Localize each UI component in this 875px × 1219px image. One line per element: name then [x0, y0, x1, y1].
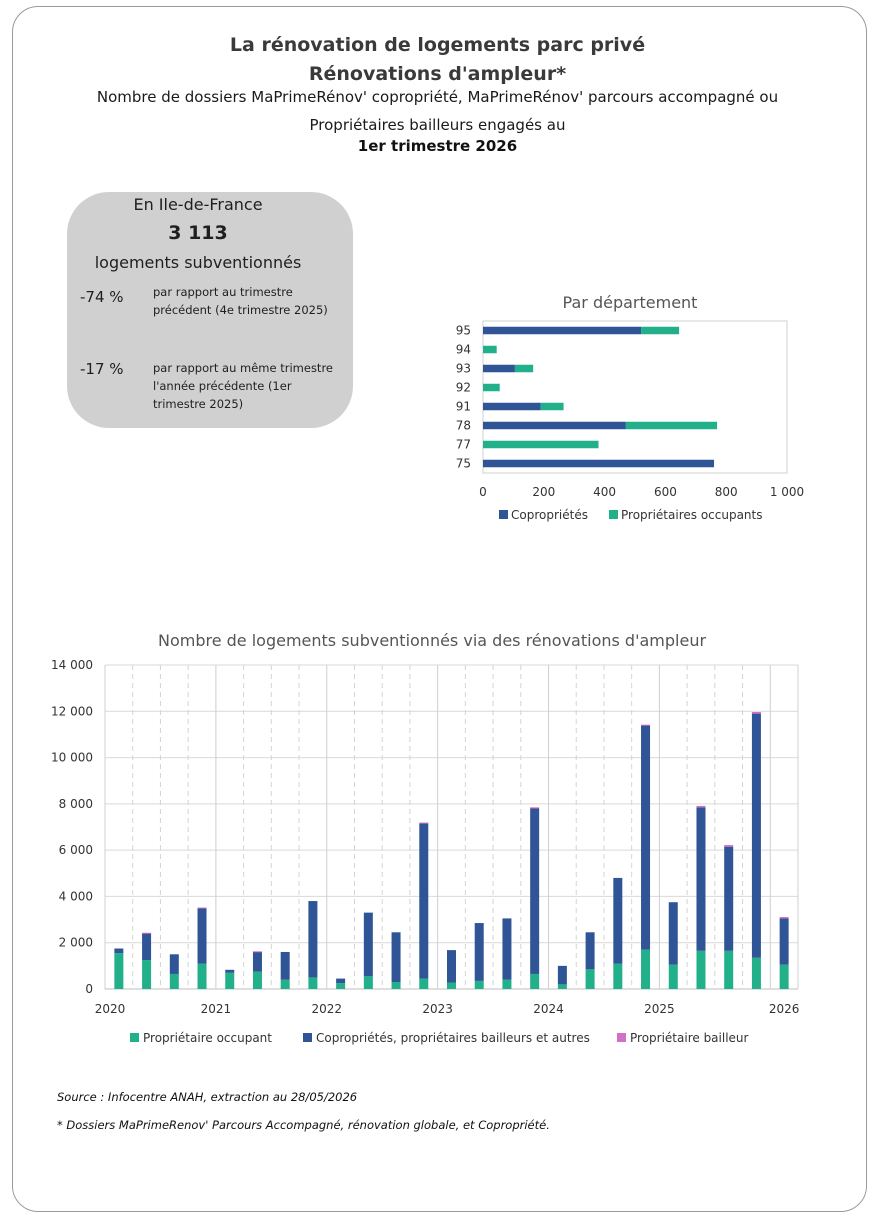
time-bar-2025-T4-copro — [751, 713, 761, 958]
time-bar-2022-T2-copro — [363, 912, 373, 977]
time-bar-2021-T2-occupant — [252, 971, 262, 989]
time-bar-2020-T4-bailleur — [197, 907, 207, 909]
time-bar-2025-T3-copro — [724, 846, 734, 951]
time-bar-2020-T1-occupant — [114, 953, 124, 989]
time-bar-2023-T1-copro — [447, 950, 456, 983]
time-ytick: 10 000 — [51, 751, 93, 765]
time-year-label: 2022 — [311, 1002, 342, 1016]
time-bar-2021-T2-copro — [252, 951, 262, 972]
time-bar-2024-T1-occupant — [557, 984, 567, 989]
time-bar-2025-T1-occupant — [668, 964, 678, 989]
time-bar-2026-T1-bailleur — [779, 917, 789, 919]
footnote: * Dossiers MaPrimeRenov' Parcours Accomp… — [57, 1118, 550, 1132]
time-bar-2024-T3-copro — [613, 877, 623, 964]
time-bar-2025-T4-occupant — [751, 957, 761, 989]
time-bar-2024-T4-occupant — [641, 949, 651, 989]
time-bar-2023-T4-copro — [530, 808, 540, 974]
time-bar-2022-T1-occupant — [336, 983, 346, 989]
time-year-label: 2026 — [769, 1002, 800, 1016]
time-year-label: 2024 — [533, 1002, 564, 1016]
time-year-label: 2021 — [201, 1002, 232, 1016]
time-bar-2020-T4-occupant — [197, 963, 207, 989]
time-bar-2022-T1-copro — [336, 978, 346, 984]
legend-swatch-bailleur — [617, 1033, 626, 1042]
time-bar-2026-T1-occupant — [779, 964, 789, 989]
timeline-chart: Nombre de logements subventionnés via de… — [51, 631, 800, 1045]
time-bar-2023-T2-occupant — [474, 980, 484, 989]
time-bar-2020-T1-copro — [114, 948, 124, 954]
time-bar-2020-T2-occupant — [142, 960, 152, 989]
time-bar-2023-T4-occupant — [530, 973, 540, 989]
time-bar-2024-T3-occupant — [613, 963, 623, 989]
time-bar-2022-T3-occupant — [391, 982, 401, 989]
time-bar-2021-T4-occupant — [308, 977, 318, 989]
time-bar-2022-T2-occupant — [363, 976, 373, 989]
time-bar-2020-T2-bailleur — [142, 932, 152, 934]
time-bar-2025-T2-copro — [696, 807, 706, 951]
time-bar-2021-T3-copro — [280, 951, 290, 980]
time-ytick: 8 000 — [59, 797, 93, 811]
time-bar-2021-T4-copro — [308, 901, 318, 978]
time-bar-2025-T2-occupant — [696, 950, 706, 989]
timeline-chart-title: Nombre de logements subventionnés via de… — [158, 631, 706, 650]
time-bar-2022-T4-bailleur — [419, 822, 429, 824]
legend-label-bailleur: Propriétaire bailleur — [630, 1031, 749, 1045]
timeline-legend: Propriétaire occupant Copropriétés, prop… — [130, 1031, 749, 1045]
legend-swatch-copro-bailleurs — [303, 1033, 312, 1042]
time-year-label: 2025 — [644, 1002, 675, 1016]
time-bar-2022-T3-copro — [391, 932, 401, 983]
time-bar-2025-T1-copro — [668, 902, 678, 965]
time-bar-2022-T4-copro — [419, 823, 429, 979]
legend-swatch-occupant — [130, 1033, 139, 1042]
time-bar-2025-T3-bailleur — [724, 845, 734, 847]
time-ytick: 4 000 — [59, 889, 93, 903]
time-bar-2021-T1-occupant — [225, 972, 235, 989]
time-bar-2024-T2-copro — [585, 932, 595, 970]
time-bar-2021-T2-bailleur — [252, 951, 262, 953]
time-bar-2023-T3-copro — [502, 918, 512, 980]
time-bar-2024-T4-copro — [641, 725, 651, 950]
time-bar-2023-T1-occupant — [447, 982, 456, 989]
legend-label-copro-bailleurs: Copropriétés, propriétaires bailleurs et… — [316, 1031, 590, 1045]
time-bar-2025-T4-bailleur — [751, 711, 761, 714]
source-note: Source : Infocentre ANAH, extraction au … — [57, 1090, 358, 1104]
time-ytick: 0 — [85, 982, 93, 996]
time-bar-2022-T4-occupant — [419, 978, 429, 989]
time-year-label: 2020 — [95, 1002, 126, 1016]
legend-label-occupant: Propriétaire occupant — [143, 1031, 272, 1045]
time-bar-2020-T3-occupant — [169, 973, 179, 989]
time-bar-2021-T3-occupant — [280, 979, 290, 989]
time-bar-2020-T4-copro — [197, 908, 207, 964]
time-bar-2024-T4-bailleur — [641, 724, 651, 726]
time-bar-2025-T2-bailleur — [696, 805, 706, 808]
time-bar-2023-T4-bailleur — [530, 807, 540, 809]
time-bar-2023-T2-copro — [474, 923, 484, 981]
time-ytick: 6 000 — [59, 843, 93, 857]
time-bar-2020-T2-copro — [142, 933, 152, 961]
time-bar-2024-T1-copro — [557, 965, 567, 985]
time-year-label: 2023 — [422, 1002, 453, 1016]
time-bar-2023-T3-occupant — [502, 979, 512, 989]
time-ytick: 12 000 — [51, 704, 93, 718]
time-bar-2024-T2-occupant — [585, 969, 595, 989]
time-bar-2026-T1-copro — [779, 918, 789, 965]
time-bar-2021-T1-copro — [225, 969, 235, 973]
time-bar-2025-T3-occupant — [724, 950, 734, 989]
time-bar-2020-T3-copro — [169, 954, 179, 974]
time-ytick: 2 000 — [59, 936, 93, 950]
time-ytick: 14 000 — [51, 658, 93, 672]
